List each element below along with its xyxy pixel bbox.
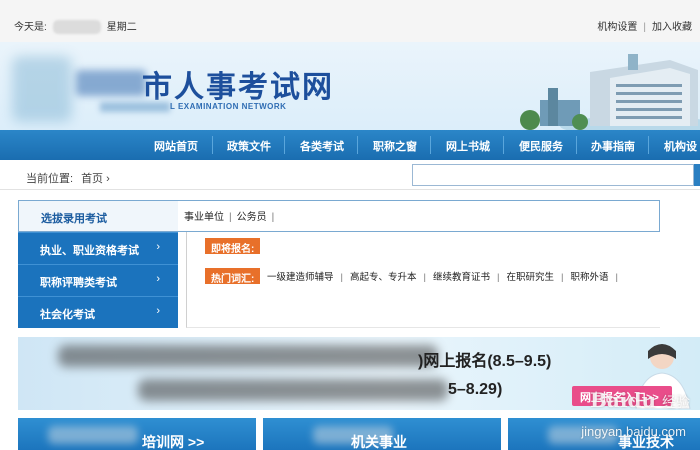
banner-line-2: 5–8.29)	[448, 381, 503, 398]
link-separator: |	[271, 212, 275, 223]
weekday-label: 星期二	[106, 22, 137, 33]
hot-word-link[interactable]: 职称外语	[570, 272, 608, 283]
menu-item-label: 选拔录用考试	[41, 213, 107, 225]
site-subtitle: L EXAMINATION NETWORK	[170, 102, 287, 111]
chevron-right-icon: ›	[156, 273, 160, 285]
nav-divider	[430, 136, 431, 154]
link-separator: |	[643, 22, 646, 33]
link-separator: |	[496, 272, 500, 283]
baidu-jingyan-watermark: Baidu 经验 jingyan.baidu.com	[524, 388, 694, 448]
title-blurred-part	[76, 70, 146, 96]
nav-policy[interactable]: 政策文件	[227, 138, 271, 154]
breadcrumb: 当前位置: 首页 ›	[0, 160, 700, 190]
card-text-blurred	[48, 426, 138, 444]
nav-divider	[284, 136, 285, 154]
nav-titles[interactable]: 职称之窗	[373, 138, 417, 154]
hot-word-link[interactable]: 继续教育证书	[433, 272, 490, 283]
chevron-right-icon: ›	[156, 241, 160, 253]
add-favorite-link[interactable]: 加入收藏	[652, 22, 692, 33]
nav-divider	[576, 136, 577, 154]
site-header: 市人事考试网 L EXAMINATION NETWORK	[0, 42, 700, 130]
main-nav: 网站首页 政策文件 各类考试 职称之窗 网上书城 便民服务 办事指南 机构设	[0, 130, 700, 160]
nav-exams[interactable]: 各类考试	[300, 138, 344, 154]
institution-card[interactable]: 机关事业	[263, 418, 501, 450]
top-links: 机构设置 | 加入收藏	[597, 18, 692, 33]
hot-words-list: 一级建造师辅导 | 高起专、专升本 | 继续教育证书 | 在职研究生 | 职称外语 |	[267, 269, 625, 283]
menu-item-title-exam[interactable]: 职称评聘类考试 ›	[18, 264, 178, 296]
nav-bookstore[interactable]: 网上书城	[446, 138, 490, 154]
watermark-url: jingyan.baidu.com	[581, 424, 686, 439]
hot-word-link[interactable]: 高起专、专升本	[350, 272, 417, 283]
nav-services[interactable]: 便民服务	[519, 138, 563, 154]
card-label: 培训网 >>	[142, 434, 205, 450]
link-separator: |	[340, 272, 343, 283]
link-separator: |	[229, 212, 232, 223]
menu-item-label: 社会化考试	[40, 309, 95, 321]
hot-word-link[interactable]: 在职研究生	[506, 272, 554, 283]
nav-home[interactable]: 网站首页	[154, 138, 198, 154]
breadcrumb-home[interactable]: 首页	[81, 173, 103, 185]
nav-divider	[648, 136, 649, 154]
submenu-links: 事业单位 | 公务员 |	[184, 208, 279, 223]
menu-item-label: 执业、职业资格考试	[40, 245, 139, 257]
search-button[interactable]	[694, 164, 700, 186]
menu-item-selection-exam[interactable]: 选拔录用考试	[18, 200, 178, 232]
menu-item-social-exam[interactable]: 社会化考试 ›	[18, 296, 178, 328]
chevron-right-icon: ›	[106, 173, 110, 185]
top-bar: 今天是: 星期二 机构设置 | 加入收藏	[0, 0, 700, 42]
site-logo[interactable]	[12, 56, 72, 122]
info-panel: 即将报名: 热门词汇: 一级建造师辅导 | 高起专、专升本 | 继续教育证书 | 在职研究生…	[186, 232, 660, 328]
nav-divider	[357, 136, 358, 154]
date-display: 今天是: 星期二	[14, 18, 137, 35]
card-label: 机关事业	[351, 434, 407, 450]
banner-text-blurred	[58, 345, 438, 367]
hot-word-link[interactable]: 一级建造师辅导	[267, 272, 334, 283]
nav-guide[interactable]: 办事指南	[591, 138, 635, 154]
link-separator: |	[423, 272, 426, 283]
breadcrumb-label: 当前位置:	[26, 173, 74, 185]
submenu-civil-servant[interactable]: 公务员	[237, 212, 267, 223]
chevron-right-icon: ›	[156, 305, 160, 317]
menu-item-qualification-exam[interactable]: 执业、职业资格考试 ›	[18, 232, 178, 264]
today-label: 今天是:	[14, 22, 47, 33]
subtitle-blurred-part	[100, 102, 170, 112]
watermark-logo-cn: 经验	[662, 394, 690, 410]
submenu-public-institution[interactable]: 事业单位	[184, 212, 224, 223]
building-illustration	[520, 54, 700, 130]
upcoming-registration-tag: 即将报名:	[205, 238, 261, 255]
link-separator: |	[560, 272, 564, 283]
breadcrumb-path: 当前位置: 首页 ›	[26, 170, 110, 186]
banner-text-blurred	[138, 379, 448, 401]
link-separator: |	[615, 272, 618, 283]
date-blurred	[52, 20, 101, 35]
hot-words-tag: 热门词汇:	[205, 268, 261, 285]
nav-divider	[503, 136, 504, 154]
nav-divider	[212, 136, 213, 154]
submenu-strip: 事业单位 | 公务员 |	[178, 200, 660, 232]
menu-item-label: 职称评聘类考试	[40, 277, 117, 289]
banner-line-1: )网上报名(8.5–9.5)	[418, 353, 552, 370]
nav-org[interactable]: 机构设	[664, 138, 697, 154]
site-title: 市人事考试网	[142, 70, 334, 105]
watermark-logo: Baidu	[590, 388, 656, 412]
training-card[interactable]: 培训网 >>	[18, 418, 256, 450]
org-settings-link[interactable]: 机构设置	[597, 22, 637, 33]
search-input[interactable]	[412, 164, 694, 186]
